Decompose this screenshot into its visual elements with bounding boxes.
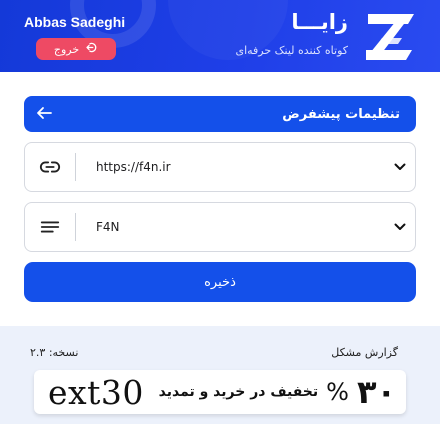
chevron-down-icon[interactable] <box>385 223 415 231</box>
type-select[interactable]: F4N <box>24 202 416 252</box>
save-label: ذخیره <box>204 274 236 290</box>
link-icon <box>25 143 75 191</box>
promo-description: تخفیف در خرید و تمدید <box>158 384 319 400</box>
report-problem-link[interactable]: گزارش مشکل <box>331 346 398 359</box>
domain-select[interactable]: https://f4n.ir <box>24 142 416 192</box>
brand-logo-icon <box>358 8 422 66</box>
logout-label: خروج <box>53 42 80 56</box>
brand-tagline: کوتاه کننده لینک حرفه‌ای <box>235 44 348 57</box>
save-button[interactable]: ذخیره <box>24 262 416 302</box>
logout-button[interactable]: خروج <box>36 38 116 60</box>
back-arrow-icon[interactable] <box>36 105 52 124</box>
version-label: نسخه: ۲.۳ <box>30 346 79 359</box>
promo-percent: ۳۰ <box>356 373 396 411</box>
default-settings-bar[interactable]: تنظیمات پیشفرض <box>24 96 416 132</box>
promo-code: ext30 <box>48 372 144 412</box>
logout-icon <box>85 41 98 57</box>
brand-name: زایـــا <box>291 10 348 34</box>
type-select-value: F4N <box>96 220 120 234</box>
user-name: Abbas Sadeghi <box>24 14 126 30</box>
promo-offer: ۳۰ % تخفیف در خرید و تمدید <box>159 373 396 411</box>
domain-select-value: https://f4n.ir <box>96 160 171 174</box>
promo-banner[interactable]: ext30 ۳۰ % تخفیف در خرید و تمدید <box>34 370 406 414</box>
promo-percent-sign: % <box>326 378 349 406</box>
chevron-down-icon[interactable] <box>385 163 415 171</box>
footer: گزارش مشکل نسخه: ۲.۳ ext30 ۳۰ % تخفیف در… <box>0 326 440 424</box>
default-settings-title: تنظیمات پیشفرض <box>282 106 400 122</box>
lines-icon <box>25 203 75 251</box>
header: Abbas Sadeghi خروج زایـــا کوتاه کننده ل… <box>0 0 440 72</box>
